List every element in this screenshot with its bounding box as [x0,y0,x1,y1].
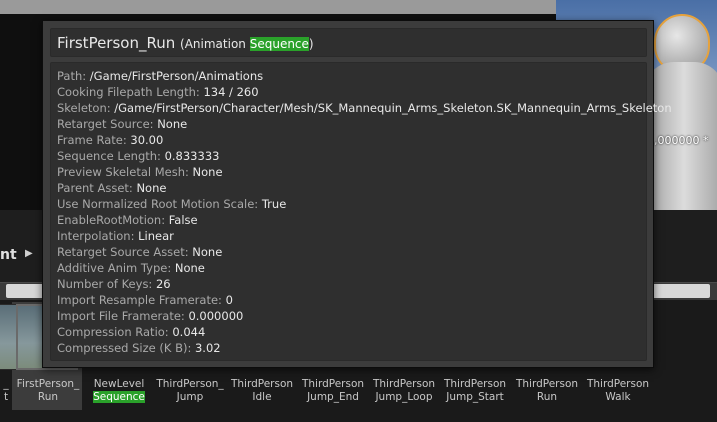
asset-label[interactable]: FirstPerson_ Run [12,378,84,404]
asset-label-line2: Jump [176,391,204,403]
property-key: Path: [57,69,87,83]
property-value: 0.833333 [164,149,220,163]
property-key: Use Normalized Root Motion Scale: [57,197,259,211]
asset-label-line1: FirstPerson_ [16,378,80,390]
asset-label[interactable]: ThirdPerson_ Jump [154,378,226,404]
property-value: None [157,117,188,131]
property-row: Number of Keys: 26 [57,277,171,291]
asset-label-line2: Jump_End [307,391,359,403]
property-value: 0.044 [172,325,206,339]
tooltip-properties: Path: /Game/FirstPerson/Animations Cookin… [50,62,672,361]
property-key: Frame Rate: [57,133,127,147]
asset-label[interactable]: ThirdPerson Walk [582,378,654,404]
asset-label-line2: Jump_Start [446,391,504,403]
property-key: Compression Ratio: [57,325,169,339]
property-value: None [174,261,205,275]
property-value: 3.02 [194,341,221,355]
asset-type: (Animation Sequence) [180,37,314,51]
asset-label-line2: Run [37,391,59,403]
asset-label-line1: ThirdPerson [301,378,365,390]
property-key: Compressed Size (K B): [57,341,192,355]
property-value: 0 [225,293,233,307]
property-key: Skeleton: [57,101,111,115]
asset-label-line1: ThirdPerson [515,378,579,390]
property-value: /Game/FirstPerson/Animations [89,69,264,83]
property-value: /Game/FirstPerson/Character/Mesh/SK_Mann… [114,101,672,115]
property-row: Additive Anim Type: None [57,261,205,275]
property-row: Preview Skeletal Mesh: None [57,165,223,179]
property-row: Sequence Length: 0.833333 [57,149,219,163]
property-row: Parent Asset: None [57,181,166,195]
property-key: Retarget Source Asset: [57,245,189,259]
property-key: Import File Framerate: [57,309,185,323]
property-value: None [192,245,223,259]
property-value: 30.00 [130,133,164,147]
property-row: Skeleton: /Game/FirstPerson/Character/Me… [57,101,672,115]
tooltip-title: FirstPerson_Run (Animation Sequence) [57,34,314,52]
property-row: Compressed Size (K B): 3.02 [57,341,221,355]
content-browser-title: nt [0,247,17,263]
asset-label-line2: Run [536,391,558,403]
asset-label-line1: NewLevel [93,378,145,390]
property-row: Frame Rate: 30.00 [57,133,163,147]
asset-label-line2: Jump_Loop [375,391,433,403]
property-key: Sequence Length: [57,149,161,163]
property-row: Retarget Source Asset: None [57,245,222,259]
asset-label[interactable]: NewLevel Sequence [83,378,155,404]
property-key: EnableRootMotion: [57,213,166,227]
asset-label-line1: ThirdPerson [230,378,294,390]
property-row: EnableRootMotion: False [57,213,198,227]
asset-label-line1: ThirdPerson [372,378,436,390]
asset-type-highlight: Sequence [249,37,309,51]
property-key: Additive Anim Type: [57,261,172,275]
property-value: 0.000000 [188,309,244,323]
viewport-top-strip [0,0,556,14]
editor-window: ,000000 * nt ▶ _ t FirstPerson_ Run NewLevel… [0,0,717,422]
asset-label-line2: Sequence [93,391,145,403]
property-row: Compression Ratio: 0.044 [57,325,205,339]
property-key: Parent Asset: [57,181,133,195]
property-value: Linear [138,229,174,243]
property-key: Cooking Filepath Length: [57,85,200,99]
asset-label[interactable]: ThirdPerson Idle [226,378,298,404]
asset-label[interactable]: ThirdPerson Jump_End [297,378,369,404]
tooltip-header: FirstPerson_Run (Animation Sequence) [50,28,647,57]
asset-name: FirstPerson_Run [57,34,176,52]
property-value: False [168,213,198,227]
property-row: Path: /Game/FirstPerson/Animations [57,69,263,83]
property-row: Interpolation: Linear [57,229,174,243]
asset-type-suffix: ) [308,37,314,51]
property-value: 134 / 260 [203,85,259,99]
asset-label[interactable]: ThirdPerson Jump_Loop [368,378,440,404]
property-row: Retarget Source: None [57,117,187,131]
property-value: None [136,181,167,195]
asset-type-prefix: (Animation [180,37,250,51]
asset-tooltip: FirstPerson_Run (Animation Sequence) Pat… [42,20,672,368]
property-row: Use Normalized Root Motion Scale: True [57,197,286,211]
asset-label-line1: ThirdPerson [586,378,650,390]
transform-readout: ,000000 * [654,134,709,147]
property-key: Interpolation: [57,229,135,243]
asset-label-line1: ThirdPerson_ [156,378,224,390]
asset-label-line2: Idle [252,391,272,403]
asset-label[interactable]: ThirdPerson Jump_Start [439,378,511,404]
chevron-right-icon[interactable]: ▶ [25,248,33,259]
property-key: Number of Keys: [57,277,153,291]
property-key: Import Resample Framerate: [57,293,222,307]
asset-label-line2: Walk [605,391,631,403]
property-value: None [192,165,223,179]
property-row: Import Resample Framerate: 0 [57,293,233,307]
asset-label-line1: ThirdPerson [443,378,507,390]
property-row: Cooking Filepath Length: 134 / 260 [57,85,259,99]
property-value: True [261,197,287,211]
asset-label[interactable]: ThirdPerson Run [511,378,583,404]
property-value: 26 [155,277,171,291]
property-key: Retarget Source: [57,117,154,131]
property-row: Import File Framerate: 0.000000 [57,309,243,323]
property-key: Preview Skeletal Mesh: [57,165,189,179]
